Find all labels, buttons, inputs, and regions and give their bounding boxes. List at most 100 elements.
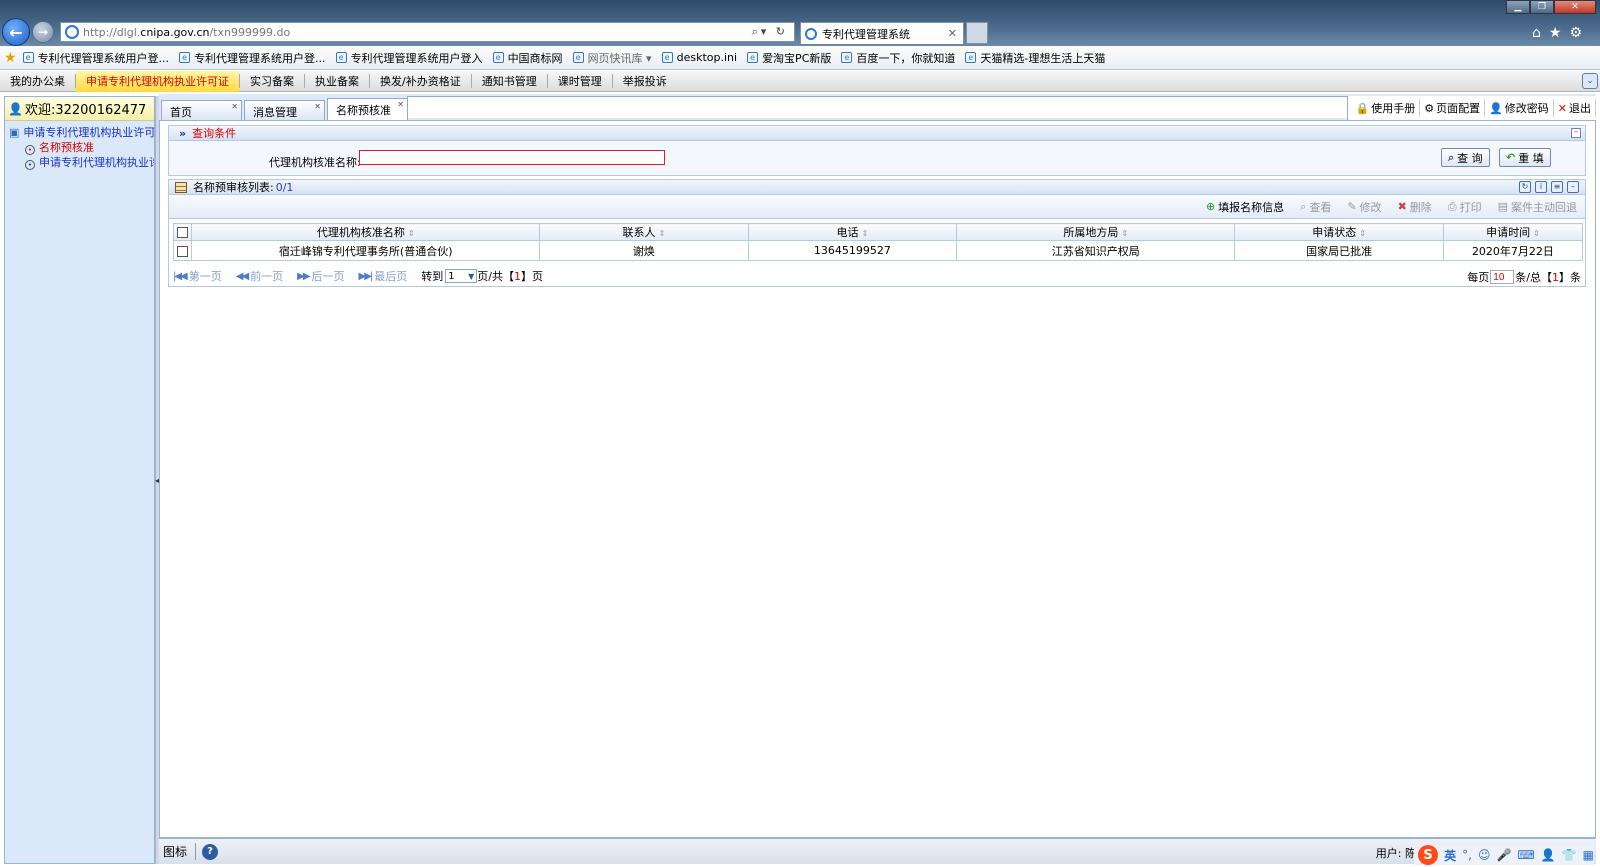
address-bar[interactable]: http://dlgl. cnipa.gov.cn/txn999999.do ⌕▾… (60, 22, 795, 42)
favorite-link[interactable]: e 爱淘宝PC新版 (747, 50, 831, 66)
top-tool-label: 使用手册 (1371, 102, 1416, 115)
close-tab-icon[interactable]: ✕ (314, 102, 321, 111)
sort-icon[interactable]: ⇕ (1121, 229, 1128, 238)
collapse-menu-icon[interactable]: ⌄ (1582, 73, 1598, 89)
top-tool-button[interactable]: ⚙ 页面配置 (1420, 99, 1486, 117)
column-header[interactable]: 所属地方局 ⇕ (956, 223, 1236, 241)
favorite-link[interactable]: e 网页快讯库 ▾ (572, 50, 652, 66)
top-tool-button[interactable]: 🔒 使用手册 (1352, 99, 1421, 117)
menu-item[interactable]: 课时管理 (548, 71, 612, 92)
emoji-icon[interactable]: ☺ (1478, 848, 1491, 862)
page-tab[interactable]: 名称预核准 ✕ (327, 98, 408, 120)
page-tab[interactable]: 首页 ✕ (161, 100, 242, 120)
tree-item[interactable]: • 申请专利代理机构执业许可证 (9, 155, 154, 170)
last-page-button[interactable]: ▶▶| 最后页 (359, 268, 408, 284)
main-menu: 我的办公桌 申请专利代理机构执业许可证 实习备案 执业备案 换发/补办资格证 通知书管理课… (0, 70, 1600, 92)
favorite-link[interactable]: e 天猫精选-理想生活上天猫 (965, 50, 1105, 66)
next-page-label: 后一页 (311, 270, 345, 283)
column-header[interactable]: 申请时间 ⇕ (1442, 223, 1584, 241)
list-toolbar: ⊕ 填报名称信息 ⌕ 查看 ✎ 修改 ✖ 删除 ⎙ 打印 ▤ 案件主动回退 (169, 195, 1585, 219)
forward-button[interactable]: → (32, 21, 54, 43)
list-action-button[interactable]: ⌕ 查看 (1300, 199, 1331, 215)
menu-item[interactable]: 通知书管理 (472, 71, 547, 92)
table-row[interactable]: 宿迁峰锦专利代理事务所(普通合伙) 谢焕 13645199527 江苏省知识产权局 国家… (172, 240, 1584, 261)
favorite-link[interactable]: e 百度一下，你就知道 (841, 50, 955, 66)
address-path: /txn999999.do (209, 25, 291, 39)
top-tool-button[interactable]: 👤 修改密码 (1485, 99, 1554, 117)
menu-item[interactable]: 执业备案 (305, 71, 369, 92)
keyboard-icon[interactable]: ⌨ (1517, 848, 1534, 862)
sort-icon[interactable]: ⇕ (408, 229, 415, 238)
refresh-icon[interactable]: ↻ (1519, 181, 1531, 193)
user-center-icon[interactable]: 👤 (1541, 848, 1556, 862)
address-tools-icon[interactable]: ⌕▾ ↻ (752, 25, 788, 39)
menu-item[interactable]: 举报投诉 (613, 71, 677, 92)
page-down-icon[interactable]: ▼ (468, 272, 474, 281)
sort-icon[interactable]: ⇕ (862, 229, 869, 238)
page-tab[interactable]: 消息管理 ✕ (244, 100, 325, 120)
total-pages: 1 (514, 269, 521, 283)
mic-icon[interactable]: 🎤 (1496, 848, 1511, 862)
close-window-icon[interactable]: ✕ (1554, 0, 1596, 14)
browser-tab[interactable]: 专利代理管理系统 ✕ (800, 22, 964, 44)
search-button[interactable]: ⌕ 查 询 (1441, 148, 1490, 167)
columns-icon[interactable]: ≡ (1551, 181, 1563, 193)
sort-icon[interactable]: ⇕ (1533, 229, 1540, 238)
name-search-input[interactable] (359, 150, 665, 165)
select-all-checkbox[interactable] (177, 227, 189, 238)
ime-lang[interactable]: 英 (1444, 847, 1456, 864)
restore-icon[interactable]: ❐ (1530, 0, 1554, 14)
next-page-button[interactable]: ▶▶ 后一页 (297, 268, 344, 284)
column-header[interactable]: 联系人 ⇕ (539, 223, 749, 241)
list-action-button[interactable]: ▤ 案件主动回退 (1498, 199, 1577, 215)
reset-button[interactable]: ↶ 重 填 (1499, 148, 1551, 167)
per-page-input[interactable] (1490, 270, 1515, 284)
toolbox-icon[interactable]: ▦ (1583, 848, 1594, 862)
minimize-icon[interactable]: ▁ (1506, 0, 1530, 14)
list-action-button[interactable]: ⊕ 填报名称信息 (1206, 199, 1284, 215)
close-tab-icon[interactable]: ✕ (397, 100, 404, 109)
row-checkbox[interactable] (177, 245, 189, 257)
list-count: 0/1 (275, 180, 294, 194)
skin-icon[interactable]: 👕 (1562, 848, 1577, 862)
tree-item[interactable]: • 名称预核准 (9, 140, 154, 155)
list-action-button[interactable]: ✎ 修改 (1347, 199, 1381, 215)
help-icon[interactable]: ? (202, 843, 219, 860)
first-page-button[interactable]: |◀◀ 第一页 (173, 268, 222, 284)
tree-item-label: 申请专利代理机构执业许可证 (39, 156, 154, 169)
menu-item[interactable]: 换发/补办资格证 (370, 71, 471, 92)
sort-icon[interactable]: ⇕ (658, 229, 665, 238)
menu-item[interactable]: 我的办公桌 (0, 71, 75, 92)
tree-node-icon: • (25, 145, 35, 155)
info-icon[interactable]: i (1535, 181, 1547, 193)
close-tab-icon[interactable]: ✕ (231, 102, 238, 111)
list-action-button[interactable]: ✖ 删除 (1398, 199, 1432, 215)
prev-page-button[interactable]: ◀◀ 前一页 (236, 268, 283, 284)
sogou-icon[interactable]: S (1418, 845, 1439, 865)
sort-icon[interactable]: ⇕ (1359, 229, 1366, 238)
list-action-button[interactable]: ⎙ 打印 (1448, 199, 1482, 215)
menu-item[interactable]: 申请专利代理机构执业许可证 (76, 70, 239, 92)
browser-tools-icons[interactable]: ⌂★⚙ (1532, 25, 1590, 41)
top-tool-button[interactable]: ✕ 退出 (1554, 99, 1596, 117)
favorite-link[interactable]: e 专利代理管理系统用户登... (22, 50, 169, 66)
favorites-star-icon[interactable]: ★ (4, 50, 17, 66)
back-button[interactable]: ← (2, 18, 30, 46)
favorite-link[interactable]: e 中国商标网 (492, 50, 563, 66)
page-number-input[interactable]: 1 ▼ (445, 269, 478, 283)
menu-item[interactable]: 实习备案 (240, 71, 304, 92)
close-tab-icon[interactable]: ✕ (948, 27, 957, 40)
column-header[interactable]: 代理机构核准名称 ⇕ (191, 223, 541, 241)
favorite-link[interactable]: e desktop.ini (661, 51, 737, 64)
favorite-link[interactable]: e 专利代理管理系统用户登... (179, 50, 326, 66)
tree-root[interactable]: ▣ 申请专利代理机构执业许可证 (9, 125, 154, 140)
favorite-link[interactable]: e 专利代理管理系统用户登入 (335, 50, 483, 66)
collapse-query-icon[interactable]: – (1571, 128, 1581, 138)
new-tab-button[interactable] (966, 22, 988, 44)
collapse-list-icon[interactable]: – (1567, 181, 1579, 193)
column-header[interactable]: 电话 ⇕ (747, 223, 958, 241)
punctuation-icon[interactable]: °, (1462, 848, 1472, 862)
page-tab-label: 首页 (170, 106, 192, 119)
password-icon: 👤 (1489, 101, 1503, 115)
column-header[interactable]: 申请状态 ⇕ (1234, 223, 1444, 241)
